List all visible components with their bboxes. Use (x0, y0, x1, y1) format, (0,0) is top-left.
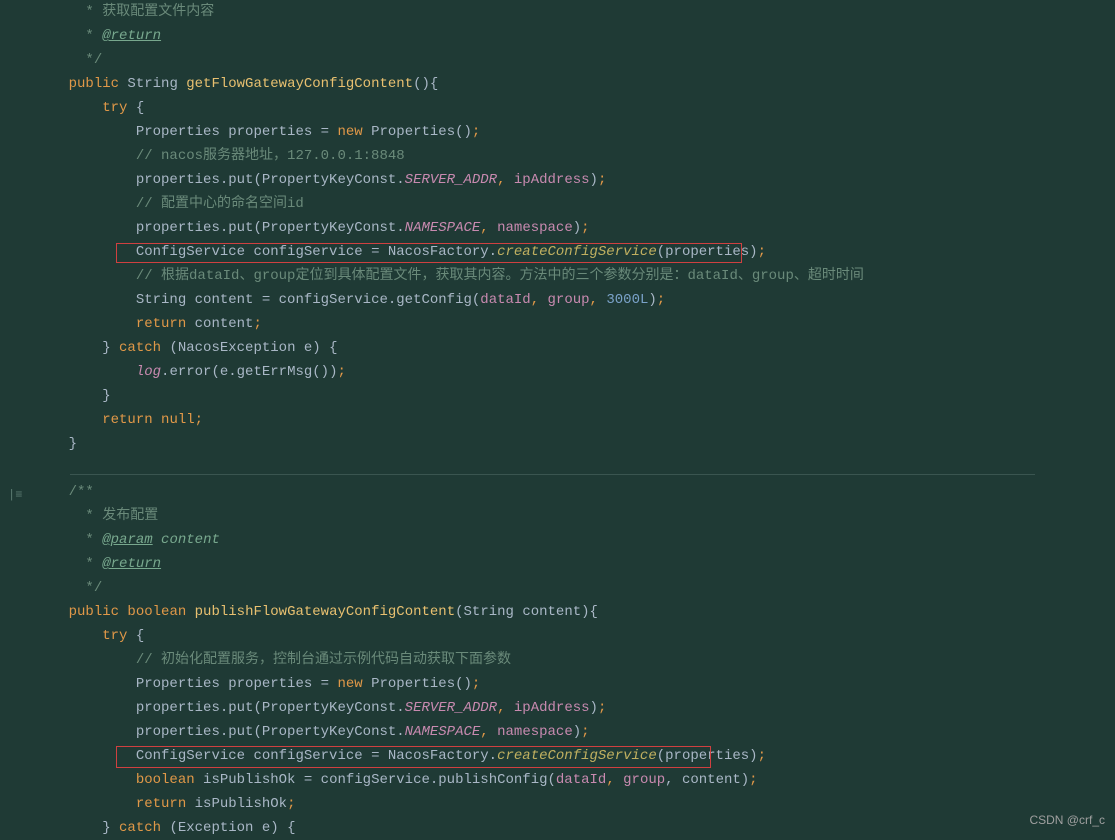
editor-gutter: |≡ (0, 0, 35, 837)
code-line: Properties properties = new Properties()… (35, 672, 1115, 696)
mark-icon: |≡ (8, 488, 22, 502)
code-line: try { (35, 624, 1115, 648)
code-line: properties.put(PropertyKeyConst.NAMESPAC… (35, 216, 1115, 240)
code-line: properties.put(PropertyKeyConst.NAMESPAC… (35, 720, 1115, 744)
code-line: } (35, 432, 1115, 456)
code-line: ConfigService configService = NacosFacto… (35, 744, 1115, 768)
code-line: * 获取配置文件内容 (35, 0, 1115, 24)
code-line: properties.put(PropertyKeyConst.SERVER_A… (35, 696, 1115, 720)
code-line: public String getFlowGatewayConfigConten… (35, 72, 1115, 96)
code-line: boolean isPublishOk = configService.publ… (35, 768, 1115, 792)
code-line: } catch (Exception e) { (35, 816, 1115, 840)
watermark: CSDN @crf_c (1029, 813, 1105, 827)
code-line: */ (35, 48, 1115, 72)
code-line: // nacos服务器地址，127.0.0.1:8848 (35, 144, 1115, 168)
code-line: * @return (35, 552, 1115, 576)
code-line: return isPublishOk; (35, 792, 1115, 816)
code-line: * @param content (35, 528, 1115, 552)
code-line: String content = configService.getConfig… (35, 288, 1115, 312)
code-line: /** (35, 480, 1115, 504)
code-line: } (35, 384, 1115, 408)
code-line: // 配置中心的命名空间id (35, 192, 1115, 216)
code-line: return content; (35, 312, 1115, 336)
code-line: properties.put(PropertyKeyConst.SERVER_A… (35, 168, 1115, 192)
code-line: // 初始化配置服务，控制台通过示例代码自动获取下面参数 (35, 648, 1115, 672)
code-line: ConfigService configService = NacosFacto… (35, 240, 1115, 264)
code-editor[interactable]: * 获取配置文件内容 * @return */ public String ge… (35, 0, 1115, 837)
method-separator (70, 474, 1035, 475)
code-line: try { (35, 96, 1115, 120)
code-line: } catch (NacosException e) { (35, 336, 1115, 360)
code-line: public boolean publishFlowGatewayConfigC… (35, 600, 1115, 624)
code-line: log.error(e.getErrMsg()); (35, 360, 1115, 384)
code-line: * 发布配置 (35, 504, 1115, 528)
code-line: return null; (35, 408, 1115, 432)
code-line: * @return (35, 24, 1115, 48)
code-line: */ (35, 576, 1115, 600)
code-line: Properties properties = new Properties()… (35, 120, 1115, 144)
code-line: // 根据dataId、group定位到具体配置文件，获取其内容。方法中的三个参… (35, 264, 1115, 288)
